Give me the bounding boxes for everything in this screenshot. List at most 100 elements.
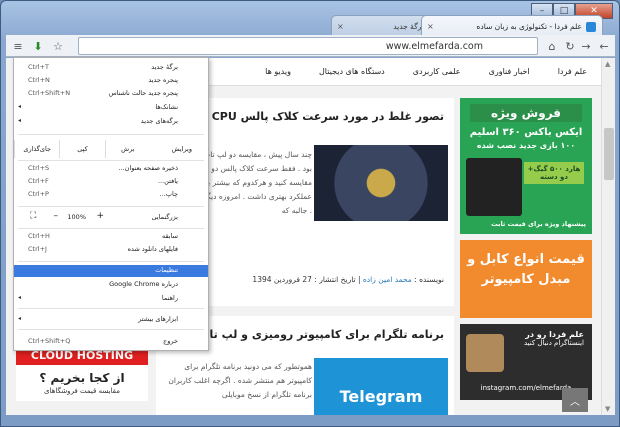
menu-item-find[interactable]: یافتن... Ctrl+F [14, 176, 208, 187]
date-label: تاریخ انتشار [319, 275, 356, 284]
back-icon[interactable]: ← [596, 38, 612, 54]
menu-label: برگه‌های جدید [140, 117, 178, 125]
scrollbar-thumb[interactable] [604, 128, 614, 180]
promo-ad[interactable]: فروش ویژه ایکس باکس ۳۶۰ اسلیم ۱۰۰ بازی ج… [460, 98, 592, 234]
console-image [466, 158, 522, 216]
chrome-main-menu: برگهٔ جدید Ctrl+T پنجره جدید Ctrl+N پنجر… [13, 57, 209, 351]
tab-close-icon[interactable]: × [337, 22, 344, 31]
menu-label: درباره Google Chrome [109, 280, 178, 288]
menu-label: ابزارهای بیشتر [138, 315, 178, 323]
menu-shortcut: Ctrl+J [28, 245, 47, 253]
copy-button[interactable]: کپی [59, 140, 104, 158]
cable-ad[interactable]: قیمت انواع کابل و مبدل کامپیوتر [460, 240, 592, 318]
menu-separator [18, 261, 204, 262]
address-bar[interactable] [78, 37, 538, 55]
tab-strip: برگهٔ جدید × علم فردا - تکنولوژی به زبان… [331, 15, 603, 37]
bookmark-star-icon[interactable]: ☆ [50, 38, 66, 54]
nav-item-home[interactable]: علم فردا [544, 67, 601, 76]
menu-item-downloads[interactable]: فایلهای دانلود شده Ctrl+J [14, 244, 208, 255]
edit-label: ویرایش [171, 145, 192, 153]
zoom-in-button[interactable]: + [96, 211, 104, 221]
home-icon[interactable]: ⌂ [544, 38, 560, 54]
cpu-thumbnail[interactable] [314, 145, 448, 221]
tab-title: علم فردا - تکنولوژی به زبان ساده [476, 22, 582, 31]
menu-item-bookmarks[interactable]: نشانک‌ها ◂ [14, 102, 208, 113]
forward-icon[interactable]: → [578, 38, 594, 54]
nav-item-digital-devices[interactable]: دستگاه های دیجیتال [305, 67, 399, 76]
submenu-arrow-icon: ◂ [18, 294, 22, 301]
browser-window: – □ ✕ برگهٔ جدید × علم فردا - تکنولوژی ب… [0, 0, 620, 427]
extension-icon[interactable]: ⬇ [30, 38, 46, 54]
promo-line1: ایکس باکس ۳۶۰ اسلیم [469, 127, 583, 138]
menu-shortcut: Ctrl+F [28, 177, 49, 185]
menu-item-recent-tabs[interactable]: برگه‌های جدید ◂ [14, 116, 208, 127]
menu-item-about[interactable]: درباره Google Chrome [14, 279, 208, 290]
left-ad[interactable]: CLOUD HOSTING از کجا بخریم ؟ مقایسه قیمت… [16, 346, 148, 401]
where-to-buy-headline: از کجا بخریم ؟ [16, 365, 148, 387]
fullscreen-icon[interactable]: ⛶ [30, 211, 36, 221]
menu-separator [18, 160, 204, 161]
menu-label: پنجره جدید [148, 76, 178, 84]
promo-title: فروش ویژه [470, 104, 582, 122]
instagram-icon [466, 334, 504, 372]
zoom-label: بزرگنمایی [151, 213, 178, 221]
site-nav: علم فردا اخبار فناوری علمی کاربردی دستگا… [156, 58, 601, 86]
zoom-out-button[interactable]: – [54, 211, 59, 221]
menu-separator [18, 329, 204, 330]
menu-label: پنجره جدید حالت ناشناس [108, 89, 178, 97]
menu-shortcut: Ctrl+N [28, 76, 50, 84]
publish-date: 27 فروردین 1394 [252, 275, 312, 284]
paste-button[interactable]: جای‌گذاری [14, 140, 59, 158]
favicon-icon [586, 21, 596, 32]
menu-shortcut: Ctrl+S [28, 164, 50, 172]
menu-label: ذخیره صفحه بعنوان... [118, 164, 178, 172]
url-input[interactable] [83, 39, 483, 53]
menu-label: نشانک‌ها [155, 103, 178, 111]
promo-foot: پیشنهاد ویژه برای قیمت ثابت [491, 220, 586, 228]
article-excerpt: هموتطور که می دونید برنامه تلگرام برای ک… [168, 362, 312, 399]
tab-elmefarda[interactable]: علم فردا - تکنولوژی به زبان ساده × [421, 15, 603, 37]
telegram-thumbnail[interactable]: Telegram [314, 358, 448, 415]
menu-label: برگهٔ جدید [151, 63, 178, 71]
menu-item-new-tab[interactable]: برگهٔ جدید Ctrl+T [14, 62, 208, 73]
menu-label: تنظیمات [155, 266, 178, 274]
menu-separator [18, 206, 204, 207]
author-link[interactable]: محمد امین زاده [363, 275, 412, 284]
menu-item-help[interactable]: راهنما ◂ [14, 293, 208, 304]
scroll-to-top-button[interactable]: ︿ [562, 388, 588, 412]
sidebar: فروش ویژه ایکس باکس ۳۶۰ اسلیم ۱۰۰ بازی ج… [460, 98, 592, 406]
menu-item-save-page[interactable]: ذخیره صفحه بعنوان... Ctrl+S [14, 163, 208, 174]
menu-item-history[interactable]: سابقه Ctrl+H [14, 231, 208, 242]
menu-separator [18, 228, 204, 229]
menu-item-more-tools[interactable]: ابزارهای بیشتر ◂ [14, 314, 208, 325]
menu-separator [18, 134, 204, 135]
scroll-up-arrow-icon[interactable]: ▲ [605, 60, 610, 68]
nav-item-videos[interactable]: ویدیو ها [251, 67, 305, 76]
menu-separator [18, 308, 204, 309]
chrome-menu-icon[interactable]: ≡ [10, 38, 26, 54]
menu-label: راهنما [161, 294, 178, 302]
author-label: نویسنده [419, 275, 444, 284]
menu-item-exit[interactable]: خروج Ctrl+Shift+Q [14, 336, 208, 347]
nav-item-applied-science[interactable]: علمی کاربردی [399, 67, 475, 76]
vertical-scrollbar[interactable]: ▲ ▼ [601, 58, 615, 415]
menu-zoom-row: بزرگنمایی + 100% – ⛶ [14, 209, 208, 225]
menu-item-new-window[interactable]: پنجره جدید Ctrl+N [14, 75, 208, 86]
menu-shortcut: Ctrl+P [28, 190, 49, 198]
tab-new-tab[interactable]: برگهٔ جدید × [331, 15, 431, 37]
menu-edit-row: ویرایش برش کپی جای‌گذاری [14, 140, 208, 158]
menu-label: چاپ... [159, 190, 178, 198]
tab-title: برگهٔ جدید [393, 22, 424, 31]
menu-label: سابقه [161, 232, 178, 240]
promo-line2: ۱۰۰ بازی جدید نصب شده [476, 141, 576, 150]
menu-item-print[interactable]: چاپ... Ctrl+P [14, 189, 208, 200]
menu-item-incognito[interactable]: پنجره جدید حالت ناشناس Ctrl+Shift+N [14, 88, 208, 99]
nav-item-tech-news[interactable]: اخبار فناوری [475, 67, 544, 76]
scroll-down-arrow-icon[interactable]: ▼ [605, 405, 610, 413]
reload-icon[interactable]: ↻ [562, 38, 578, 54]
cut-button[interactable]: برش [104, 140, 150, 158]
submenu-arrow-icon: ◂ [18, 315, 22, 322]
menu-item-settings[interactable]: تنظیمات [14, 265, 208, 277]
tab-close-icon[interactable]: × [427, 22, 434, 31]
promo-pill: هارد ۵۰۰ گیگ+ دو دسته [524, 162, 584, 184]
